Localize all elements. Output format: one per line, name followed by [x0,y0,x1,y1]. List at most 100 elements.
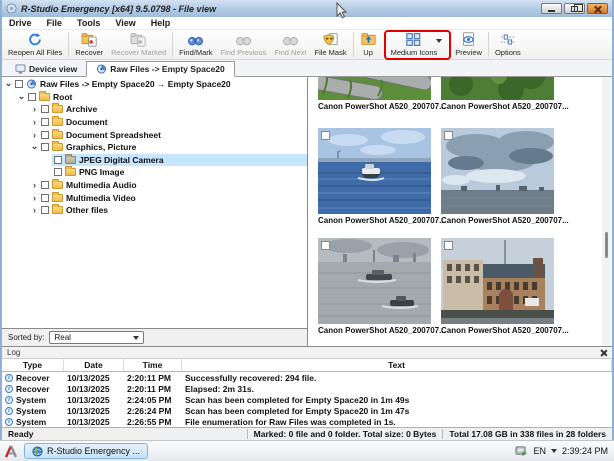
tree-item-png-image[interactable]: PNG Image [2,166,307,179]
checkbox[interactable] [41,181,49,189]
system-tray: EN 2:39:24 PM [515,445,610,457]
log-row[interactable]: System 10/13/2025 2:24:05 PM Scan has be… [2,394,612,405]
checkbox[interactable] [41,105,49,113]
chevron-right-icon[interactable] [30,180,39,190]
checkbox[interactable] [41,143,49,151]
sorted-by-select[interactable]: Real [49,331,144,344]
taskbar-clock: 2:39:24 PM [562,446,608,456]
tree-item-document-spreadsheet[interactable]: Document Spreadsheet [2,128,307,141]
thumbnail-image-clouds [441,128,554,214]
tree-item-root[interactable]: Root [2,91,307,104]
log-column-time[interactable]: Time [124,359,182,371]
taskbar-app-button[interactable]: R-Studio Emergency ... [24,443,148,459]
chevron-right-icon[interactable] [30,104,39,114]
restore-icon [571,6,578,12]
tree-item-document[interactable]: Document [2,116,307,129]
folder-icon [52,194,63,202]
safely-remove-icon[interactable] [515,445,528,457]
checkbox[interactable] [41,206,49,214]
menu-help[interactable]: Help [151,18,171,28]
file-mask-button[interactable]: File Mask [310,31,350,59]
tab-device-view[interactable]: Device view [6,61,86,76]
thumbnail-item-4[interactable]: Canon PowerShot A520_200707... [441,128,554,225]
system-menu-icon[interactable] [4,444,20,459]
menu-view[interactable]: View [115,18,135,28]
medium-icons-button[interactable]: Medium Icons [387,31,442,59]
reopen-icon [27,32,43,47]
checkbox[interactable] [41,118,49,126]
taskbar: R-Studio Emergency ... EN 2:39:24 PM [0,440,614,461]
thumbnail-item-1[interactable]: Canon PowerShot A520_200707... [318,77,431,111]
options-button[interactable]: Options [491,31,525,59]
find-next-icon [282,32,299,47]
vertical-scrollbar[interactable] [602,77,611,346]
scrollbar-thumb[interactable] [605,232,608,258]
medium-icons-dropdown-arrow[interactable] [436,39,442,43]
chevron-down-icon[interactable] [4,80,13,88]
tree-item-multimedia-video[interactable]: Multimedia Video [2,191,307,204]
log-column-text[interactable]: Text [182,359,612,371]
language-dropdown-arrow[interactable] [551,449,557,453]
checkbox[interactable] [444,241,453,250]
thumbnail-item-3[interactable]: Canon PowerShot A520_200707... [318,128,431,225]
toolbar-label: Recover [75,48,103,57]
checkbox[interactable] [41,194,49,202]
log-row[interactable]: Recover 10/13/2025 2:20:11 PM Elapsed: 2… [2,383,612,394]
folder-icon [65,156,76,164]
menu-file[interactable]: File [47,18,63,28]
tree-item-raw-files[interactable]: Raw Files -> Empty Space20 → Empty Space… [2,78,307,91]
checkbox[interactable] [41,131,49,139]
chevron-down-icon[interactable] [17,93,26,101]
checkbox[interactable] [15,80,23,88]
checkbox[interactable] [321,241,330,250]
checkbox[interactable] [28,93,36,101]
menu-drive[interactable]: Drive [9,18,32,28]
menu-tools[interactable]: Tools [77,18,100,28]
options-icon [499,32,516,47]
thumbnail-item-2[interactable]: Canon PowerShot A520_200707... [441,77,554,111]
chevron-down-icon[interactable] [30,143,39,151]
log-column-type[interactable]: Type [2,359,64,371]
reopen-all-files-button[interactable]: Reopen All Files [4,31,66,59]
preview-button[interactable]: Preview [451,31,486,59]
tab-raw-files[interactable]: Raw Files -> Empty Space20 [86,61,235,77]
checkbox[interactable] [54,156,62,164]
log-column-date[interactable]: Date [64,359,124,371]
preview-icon [460,32,477,47]
tree-item-multimedia-audio[interactable]: Multimedia Audio [2,179,307,192]
chevron-right-icon[interactable] [30,117,39,127]
tree-item-archive[interactable]: Archive [2,103,307,116]
checkbox[interactable] [444,131,453,140]
chevron-right-icon[interactable] [30,205,39,215]
restore-button[interactable] [564,3,585,14]
log-panel-title: Log [7,348,20,357]
log-row[interactable]: Recover 10/13/2025 2:20:11 PM Successful… [2,372,612,383]
log-close-icon[interactable] [600,349,607,356]
checkbox[interactable] [54,168,62,176]
chevron-right-icon[interactable] [30,193,39,203]
toolbar-label: Find/Mark [179,48,212,57]
log-time: 2:26:55 PM [124,417,182,427]
chevron-right-icon[interactable] [30,130,39,140]
minimize-button[interactable] [541,3,562,14]
toolbar-separator [488,32,489,57]
close-button[interactable] [587,3,608,14]
tree-item-jpeg-digital-camera[interactable]: JPEG Digital Camera [2,154,307,167]
find-previous-icon [235,32,252,47]
up-button[interactable]: Up [356,31,381,59]
thumbnail-item-6[interactable]: Canon PowerShot A520_200707... [441,238,554,335]
log-date: 10/13/2025 [64,384,124,394]
tree-item-graphics-picture[interactable]: Graphics, Picture [2,141,307,154]
tree-item-label: Raw Files -> Empty Space20 → Empty Space… [40,79,231,89]
log-row[interactable]: System 10/13/2025 2:26:24 PM Scan has be… [2,405,612,416]
tree-item-label: Multimedia Video [66,193,136,203]
thumbnail-item-5[interactable]: Canon PowerShot A520_200707... [318,238,431,335]
find-mark-button[interactable]: Find/Mark [175,31,216,59]
recover-button[interactable]: Recover [71,31,107,59]
tree-item-other-files[interactable]: Other files [2,204,307,217]
log-row[interactable]: System 10/13/2025 2:26:55 PM File enumer… [2,416,612,427]
language-indicator[interactable]: EN [533,446,546,456]
checkbox[interactable] [321,131,330,140]
recover-icon [81,32,98,47]
thumbnail-filename: Canon PowerShot A520_200707... [441,326,554,335]
